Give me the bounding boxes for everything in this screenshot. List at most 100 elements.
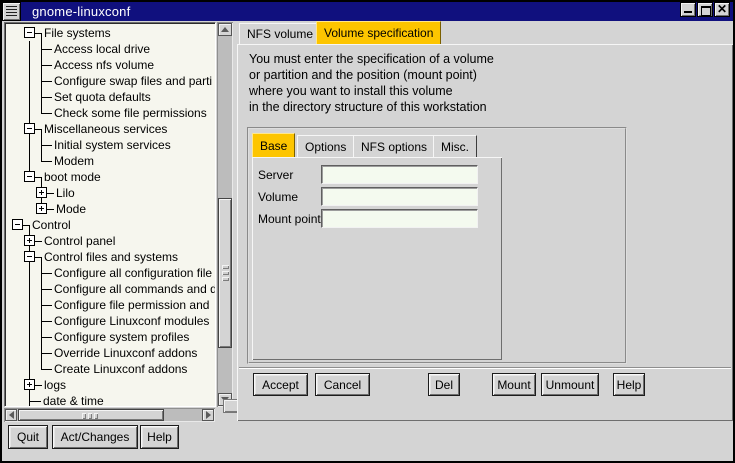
tree-line: [41, 105, 42, 113]
tree-item[interactable]: date & time: [6, 393, 216, 407]
scroll-right-button[interactable]: [202, 409, 214, 421]
tree-item[interactable]: Miscellaneous services: [6, 121, 216, 137]
tree-item[interactable]: Lilo: [6, 185, 216, 201]
tree-item-label: Check some file permissions: [54, 106, 207, 120]
collapse-box-icon[interactable]: [24, 123, 35, 134]
tree-item-label: boot mode: [44, 170, 101, 184]
tab-nfs-options[interactable]: NFS options: [353, 135, 435, 157]
tree-item-label: File systems: [44, 26, 111, 40]
tree-item-label: Control: [32, 218, 71, 232]
tab-nfs-volume[interactable]: NFS volume: [239, 23, 321, 44]
tree-item[interactable]: Set quota defaults: [6, 89, 216, 105]
tree-item-label: Create Linuxconf addons: [54, 362, 187, 376]
act-changes-button[interactable]: Act/Changes: [52, 425, 138, 449]
tree-line: [29, 297, 30, 313]
tree-line: [41, 337, 52, 338]
del-button[interactable]: Del: [428, 373, 460, 396]
tree-vertical-scrollbar[interactable]: [217, 22, 233, 407]
tree-item-label: Modem: [54, 154, 94, 168]
arrow-up-icon: [221, 27, 229, 32]
thumb-grip-icon: [222, 277, 229, 281]
tree-item-label: date & time: [43, 394, 104, 407]
tree-item[interactable]: Modem: [6, 153, 216, 169]
tree-item-label: logs: [44, 378, 66, 392]
server-label: Server: [258, 168, 293, 182]
tree-item[interactable]: Configure all configuration file: [6, 265, 216, 281]
tree-item[interactable]: Override Linuxconf addons: [6, 345, 216, 361]
tab-label: Volume specification: [324, 26, 433, 40]
tree-line: [34, 33, 42, 34]
expand-box-icon[interactable]: [24, 235, 35, 246]
tree-line: [41, 161, 52, 162]
tree-item[interactable]: logs: [6, 377, 216, 393]
tree-item[interactable]: File systems: [6, 25, 216, 41]
unmount-button[interactable]: Unmount: [541, 373, 599, 396]
horizontal-scroll-thumb[interactable]: [18, 409, 164, 421]
help-bottom-button[interactable]: Help: [140, 425, 179, 449]
tree-line: [29, 393, 30, 407]
tree-line: [29, 329, 30, 345]
tree-item[interactable]: Control files and systems: [6, 249, 216, 265]
tab-base[interactable]: Base: [252, 133, 295, 157]
tree-item[interactable]: Configure Linuxconf modules: [6, 313, 216, 329]
expand-box-icon[interactable]: [24, 379, 35, 390]
tree-line: [41, 153, 42, 161]
tree-item-label: Access nfs volume: [54, 58, 154, 72]
help-button[interactable]: Help: [613, 373, 645, 396]
tree-item[interactable]: Access nfs volume: [6, 57, 216, 73]
description-line: where you want to install this volume: [249, 84, 453, 98]
tree-line: [29, 361, 30, 377]
scroll-left-button[interactable]: [5, 409, 17, 421]
tree-line: [41, 321, 52, 322]
tab-label: Misc.: [441, 140, 469, 154]
accept-button[interactable]: Accept: [253, 373, 308, 396]
tree-item[interactable]: Initial system services: [6, 137, 216, 153]
minimize-icon: [684, 11, 692, 13]
close-button[interactable]: ✕: [714, 2, 730, 17]
tree-line: [41, 97, 52, 98]
cancel-button[interactable]: Cancel: [315, 373, 370, 396]
quit-button[interactable]: Quit: [8, 425, 48, 449]
collapse-box-icon[interactable]: [12, 219, 23, 230]
tree-item[interactable]: Access local drive: [6, 41, 216, 57]
tree-item-label: Set quota defaults: [54, 90, 151, 104]
thumb-grip-icon: [94, 413, 98, 419]
expand-box-icon[interactable]: [36, 203, 47, 214]
tree-item[interactable]: Create Linuxconf addons: [6, 361, 216, 377]
tree-line: [29, 265, 30, 281]
maximize-button[interactable]: [697, 2, 713, 17]
collapse-box-icon[interactable]: [24, 171, 35, 182]
volume-label: Volume: [258, 190, 298, 204]
tree-item[interactable]: Configure swap files and parti: [6, 73, 216, 89]
tree-item[interactable]: boot mode: [6, 169, 216, 185]
window-menu-icon[interactable]: [2, 2, 21, 21]
scroll-up-button[interactable]: [218, 23, 232, 36]
server-input[interactable]: [321, 165, 478, 184]
minimize-button[interactable]: [680, 2, 696, 17]
tree-item[interactable]: Control panel: [6, 233, 216, 249]
tree-item[interactable]: Configure system profiles: [6, 329, 216, 345]
volume-input[interactable]: [321, 187, 478, 206]
button-label: Help: [617, 378, 642, 392]
tree-item-label: Control panel: [44, 234, 115, 248]
tree-item[interactable]: Check some file permissions: [6, 105, 216, 121]
tree-item[interactable]: Configure all commands and d: [6, 281, 216, 297]
tree-item[interactable]: Control: [6, 217, 216, 233]
button-label: Del: [435, 378, 453, 392]
collapse-box-icon[interactable]: [24, 251, 35, 262]
tab-label: Options: [305, 140, 346, 154]
tab-misc[interactable]: Misc.: [433, 135, 477, 157]
tab-options[interactable]: Options: [297, 135, 354, 157]
vertical-scroll-thumb[interactable]: [218, 198, 232, 348]
mount-button[interactable]: Mount: [492, 373, 536, 396]
button-label: Accept: [262, 378, 299, 392]
tree-item[interactable]: Mode: [6, 201, 216, 217]
tab-volume-specification[interactable]: Volume specification: [316, 21, 441, 44]
expand-box-icon[interactable]: [36, 187, 47, 198]
tree-line: [29, 105, 30, 121]
collapse-box-icon[interactable]: [24, 27, 35, 38]
tree-horizontal-scrollbar[interactable]: [4, 408, 215, 422]
mount-point-input[interactable]: [321, 209, 478, 228]
tree-line: [41, 113, 52, 114]
tree-item[interactable]: Configure file permission and: [6, 297, 216, 313]
